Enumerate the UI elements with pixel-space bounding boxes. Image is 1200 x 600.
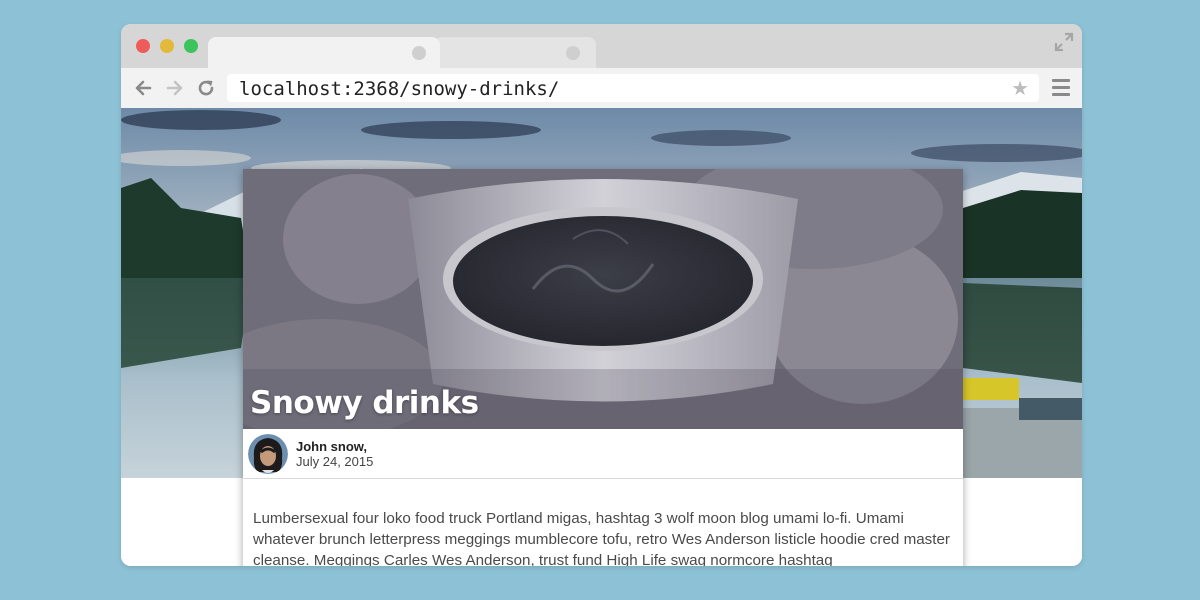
post-date: July 24, 2015	[296, 454, 374, 469]
post-card: Snowy drinks John snow, July 24, 2015 Lu…	[243, 169, 963, 566]
back-arrow-icon[interactable]	[133, 78, 153, 98]
page-viewport: Snowy drinks John snow, July 24, 2015 Lu…	[121, 108, 1082, 566]
maximize-window-button[interactable]	[184, 39, 198, 53]
post-title[interactable]: Snowy drinks	[250, 385, 479, 421]
browser-window: localhost:2368/snowy-drinks/ ★ Snowy dri…	[121, 24, 1082, 566]
expand-icon[interactable]	[1054, 32, 1074, 52]
author-name[interactable]: John snow	[296, 439, 363, 454]
close-window-button[interactable]	[136, 39, 150, 53]
forward-arrow-icon[interactable]	[165, 78, 185, 98]
post-body: Lumbersexual four loko food truck Portla…	[253, 510, 950, 566]
author-line: John snow,	[296, 439, 367, 454]
tab-inactive[interactable]	[434, 37, 596, 68]
minimize-window-button[interactable]	[160, 39, 174, 53]
tab-close-icon[interactable]	[412, 46, 426, 60]
post-meta: John snow, July 24, 2015	[243, 429, 963, 479]
star-icon[interactable]: ★	[1011, 78, 1029, 98]
browser-toolbar: localhost:2368/snowy-drinks/ ★	[121, 68, 1082, 108]
hamburger-menu-icon[interactable]	[1052, 79, 1070, 97]
author-separator: ,	[363, 439, 368, 454]
author-avatar[interactable]	[248, 434, 288, 474]
tab-close-icon[interactable]	[566, 46, 580, 60]
url-text: localhost:2368/snowy-drinks/	[239, 78, 560, 100]
tab-strip	[121, 24, 1082, 68]
address-bar[interactable]: localhost:2368/snowy-drinks/ ★	[227, 74, 1039, 102]
tab-active[interactable]	[208, 37, 440, 68]
reload-icon[interactable]	[196, 78, 216, 98]
